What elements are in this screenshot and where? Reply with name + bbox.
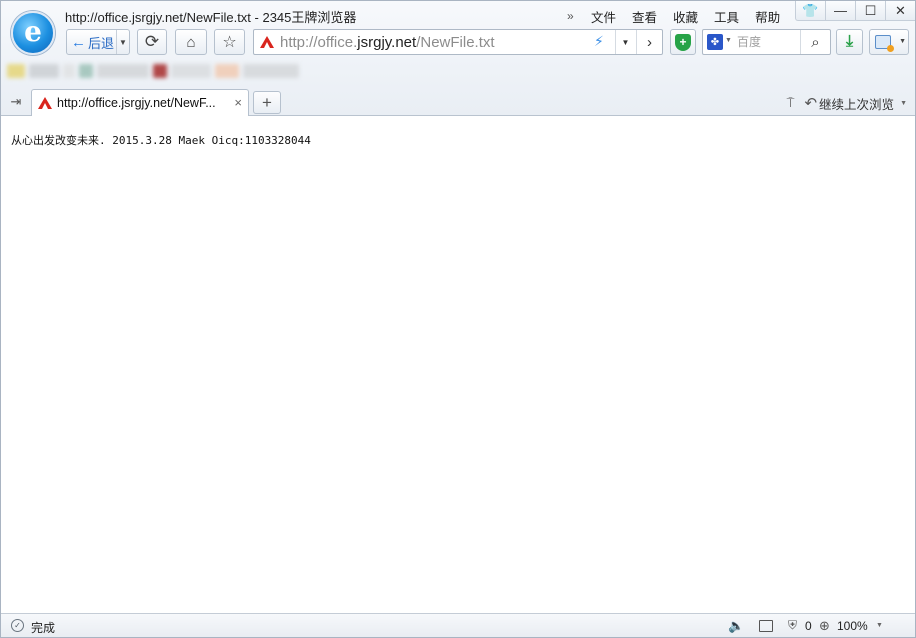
address-dropdown-icon[interactable]: ▼: [615, 30, 635, 54]
go-arrow-icon[interactable]: ›: [636, 30, 662, 54]
page-content: 从心出发改变未来. 2015.3.28 Maek Oicq:1103328044: [1, 116, 915, 613]
minimize-button[interactable]: —: [825, 1, 855, 21]
extensions-dropdown-icon: ▼: [899, 38, 906, 45]
window-icon[interactable]: [759, 620, 773, 632]
home-icon: ⌂: [186, 33, 196, 51]
back-button[interactable]: ← 后退 ▼: [66, 29, 130, 55]
menu-bar: » 文件 查看 收藏 工具 帮助: [567, 7, 796, 25]
tab-row-tools: ⍑ ↶ 继续上次浏览 ▼: [787, 94, 907, 112]
browser-window: e http://office.jsrgjy.net/NewFile.txt -…: [0, 0, 916, 638]
skin-icon[interactable]: 👕: [795, 1, 825, 21]
tab-close-icon[interactable]: ×: [234, 95, 242, 110]
address-url[interactable]: http://office.jsrgjy.net/NewFile.txt: [280, 34, 495, 51]
new-tab-button[interactable]: +: [253, 91, 281, 114]
security-shield-icon[interactable]: ⛨: [788, 618, 797, 633]
star-icon: ☆: [222, 34, 237, 51]
window-title: http://office.jsrgjy.net/NewFile.txt - 2…: [65, 10, 357, 25]
download-icon: ⤓: [845, 33, 854, 50]
status-check-icon: ✓: [11, 619, 24, 632]
bookmark-bar-blurred: [7, 61, 363, 81]
resume-browsing-link[interactable]: 继续上次浏览: [819, 94, 894, 113]
security-button[interactable]: +: [670, 29, 696, 55]
menu-item-tools[interactable]: 工具: [714, 7, 739, 26]
download-button[interactable]: ⤓: [836, 29, 863, 55]
volume-icon[interactable]: 🔈: [728, 618, 744, 634]
window-controls: 👕 — ☐ ✕: [795, 1, 915, 23]
file-text: 从心出发改变未来. 2015.3.28 Maek Oicq:1103328044: [11, 134, 311, 147]
security-count: 0: [805, 619, 812, 633]
plus-icon: +: [262, 92, 272, 112]
shield-icon: +: [675, 33, 691, 51]
undo-arrow-icon[interactable]: ↶: [804, 94, 817, 112]
speed-mode-icon[interactable]: ⚡: [594, 33, 604, 50]
search-icon[interactable]: ⌕: [800, 30, 830, 54]
extensions-button[interactable]: ▼: [869, 29, 909, 55]
refresh-icon: ⟳: [144, 32, 160, 51]
extensions-icon: [875, 35, 894, 52]
menu-item-view[interactable]: 查看: [632, 7, 657, 26]
resume-dropdown-icon[interactable]: ▼: [900, 100, 907, 107]
sidebar-toggle-icon[interactable]: ⇥: [7, 94, 25, 110]
address-bar[interactable]: http://office.jsrgjy.net/NewFile.txt ⚡ ▼…: [253, 29, 663, 55]
search-engine-paw-icon[interactable]: ✤: [707, 34, 723, 50]
menu-item-help[interactable]: 帮助: [755, 7, 780, 26]
browser-chrome: e http://office.jsrgjy.net/NewFile.txt -…: [1, 1, 915, 116]
status-text: 完成: [31, 621, 56, 635]
refresh-button[interactable]: ⟳: [137, 29, 167, 55]
back-arrow-icon: ←: [71, 33, 86, 51]
search-box: ✤ ▼ ⌕: [702, 29, 831, 55]
menu-item-file[interactable]: 文件: [591, 7, 616, 26]
menu-more-icon[interactable]: »: [567, 9, 581, 23]
close-button[interactable]: ✕: [885, 1, 915, 21]
status-bar: ✓ 完成 🔈 ⛨ 0 ⊕ 100% ▼: [1, 613, 915, 637]
back-history-dropdown-icon[interactable]: ▼: [116, 30, 129, 54]
back-button-label: 后退: [88, 35, 115, 51]
zoom-dropdown-icon[interactable]: ▼: [876, 622, 883, 629]
home-button[interactable]: ⌂: [175, 29, 207, 55]
clean-icon[interactable]: ⍑: [787, 95, 795, 111]
favorite-button[interactable]: ☆: [214, 29, 245, 55]
search-engine-dropdown-icon[interactable]: ▼: [725, 37, 732, 44]
tab-active[interactable]: http://office.jsrgjy.net/NewF... ×: [31, 89, 249, 116]
site-favicon-icon: [260, 36, 274, 48]
maximize-button[interactable]: ☐: [855, 1, 885, 21]
tab-title: http://office.jsrgjy.net/NewF...: [57, 96, 216, 110]
browser-logo-icon[interactable]: e: [11, 11, 55, 55]
menu-item-favorites[interactable]: 收藏: [673, 7, 698, 26]
zoom-level[interactable]: 100%: [837, 619, 868, 633]
zoom-icon[interactable]: ⊕: [819, 618, 830, 634]
tab-favicon-icon: [38, 97, 52, 109]
search-input[interactable]: [737, 33, 797, 51]
